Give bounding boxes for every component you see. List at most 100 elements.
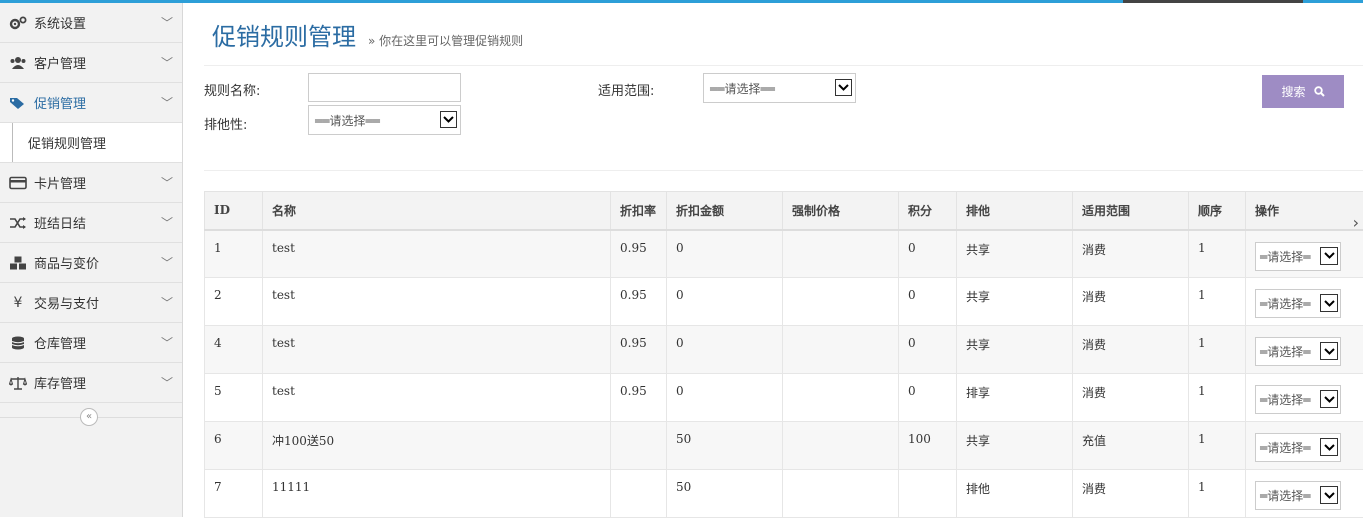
cubes-icon <box>0 256 34 270</box>
cell-rate <box>611 470 667 518</box>
sidebar-item-transactions[interactable]: ¥ 交易与支付 ﹀ <box>0 283 182 323</box>
chevron-down-icon[interactable] <box>1320 486 1338 504</box>
cell-order: 1 <box>1189 230 1246 278</box>
chevron-down-icon[interactable] <box>835 79 852 96</box>
shuffle-icon <box>0 216 34 230</box>
action-select[interactable]: ═请选择═ <box>1255 433 1341 462</box>
chevron-down-icon[interactable] <box>1320 247 1338 265</box>
cell-points <box>899 470 957 518</box>
cell-id: 7 <box>205 470 263 518</box>
chevron-down-icon[interactable] <box>1320 342 1338 360</box>
action-select[interactable]: ═请选择═ <box>1255 289 1341 318</box>
col-header-scope[interactable]: 适用范围 <box>1073 192 1189 230</box>
table-row: 1 test 0.95 0 0 共享 消费 1 ═请选择═ <box>205 230 1363 278</box>
chevron-down-icon[interactable]: ﹀ <box>152 54 182 71</box>
sidebar-subitem-promo-rules[interactable]: 促销规则管理 <box>0 123 182 163</box>
chevron-down-icon[interactable]: ﹀ <box>152 294 182 311</box>
cell-name: test <box>263 374 611 422</box>
sidebar-item-inventory[interactable]: 库存管理 ﹀ <box>0 363 182 403</box>
cell-amount: 50 <box>667 422 783 470</box>
action-select[interactable]: ═请选择═ <box>1255 337 1341 366</box>
cell-scope: 消费 <box>1073 374 1189 422</box>
sidebar-item-cards[interactable]: 卡片管理 ﹀ <box>0 163 182 203</box>
page-subtitle: » 你在这里可以管理促销规则 <box>368 32 523 49</box>
cell-amount: 0 <box>667 278 783 326</box>
chevron-down-icon[interactable]: ﹀ <box>152 374 182 391</box>
col-header-order[interactable]: 顺序 <box>1189 192 1246 230</box>
table-row: 4 test 0.95 0 0 共享 消费 1 ═请选择═ <box>205 326 1363 374</box>
cell-rate: 0.95 <box>611 230 667 278</box>
page-title: 促销规则管理 <box>212 17 356 52</box>
cell-scope: 消费 <box>1073 230 1189 278</box>
cell-name: 11111 <box>263 470 611 518</box>
cell-action: ═请选择═ <box>1246 422 1363 470</box>
exclusive-select-value: ══请选择══ <box>315 112 380 129</box>
sidebar-item-promotions[interactable]: 促销管理 ﹀ <box>0 83 182 123</box>
action-select[interactable]: ═请选择═ <box>1255 242 1341 271</box>
cell-id: 2 <box>205 278 263 326</box>
chevron-down-icon[interactable] <box>1320 390 1338 408</box>
cell-name: 冲100送50 <box>263 422 611 470</box>
sidebar-item-label: 库存管理 <box>34 373 152 392</box>
cell-amount: 0 <box>667 326 783 374</box>
main-content: 促销规则管理 » 你在这里可以管理促销规则 规则名称: 适用范围: ══请选择═… <box>184 3 1363 517</box>
cell-amount: 0 <box>667 230 783 278</box>
chevron-down-icon[interactable]: ﹀ <box>152 14 182 31</box>
col-header-forced-price[interactable]: 强制价格 <box>783 192 899 230</box>
col-header-points[interactable]: 积分 <box>899 192 957 230</box>
action-select-value: ═请选择═ <box>1260 391 1310 408</box>
exclusive-label: 排他性: <box>204 114 247 133</box>
action-select[interactable]: ═请选择═ <box>1255 481 1341 510</box>
col-header-action: 操作 <box>1246 192 1363 230</box>
cell-name: test <box>263 326 611 374</box>
table-row: 6 冲100送50 50 100 共享 充值 1 ═请选择═ <box>205 422 1363 470</box>
chevron-down-icon[interactable]: ﹀ <box>152 334 182 351</box>
cell-points: 0 <box>899 374 957 422</box>
sidebar-item-system-settings[interactable]: 系统设置 ﹀ <box>0 3 182 43</box>
table-header-row: ID 名称 折扣率 折扣金额 强制价格 积分 排他 适用范围 顺序 操作 <box>205 192 1363 230</box>
cell-action: ═请选择═ <box>1246 374 1363 422</box>
col-header-id[interactable]: ID <box>205 192 263 230</box>
search-icon <box>1314 86 1325 97</box>
chevron-down-icon[interactable] <box>440 111 457 128</box>
col-header-rate[interactable]: 折扣率 <box>611 192 667 230</box>
sidebar-item-label: 商品与变价 <box>34 253 152 272</box>
rule-name-input[interactable] <box>308 73 461 102</box>
chevron-down-icon[interactable]: ﹀ <box>152 94 182 111</box>
chevron-down-icon[interactable]: ﹀ <box>152 174 182 191</box>
search-button-label: 搜索 <box>1281 83 1305 100</box>
table-row: 2 test 0.95 0 0 共享 消费 1 ═请选择═ <box>205 278 1363 326</box>
search-button[interactable]: 搜索 <box>1262 75 1344 108</box>
table-row: 5 test 0.95 0 0 排享 消费 1 ═请选择═ <box>205 374 1363 422</box>
chevron-down-icon[interactable]: ﹀ <box>152 214 182 231</box>
sidebar-item-goods-pricing[interactable]: 商品与变价 ﹀ <box>0 243 182 283</box>
exclusive-select[interactable]: ══请选择══ <box>308 105 461 135</box>
sidebar-item-label: 卡片管理 <box>34 173 152 192</box>
gears-icon <box>0 16 34 30</box>
scroll-right-icon[interactable]: › <box>1353 213 1359 232</box>
col-header-exclusive[interactable]: 排他 <box>957 192 1073 230</box>
sidebar-item-warehouse[interactable]: 仓库管理 ﹀ <box>0 323 182 363</box>
collapse-sidebar-button[interactable]: « <box>80 408 98 426</box>
sidebar-collapse-row: « <box>0 403 182 433</box>
action-select[interactable]: ═请选择═ <box>1255 385 1341 414</box>
cell-id: 1 <box>205 230 263 278</box>
yen-icon: ¥ <box>0 295 34 311</box>
chevron-down-icon[interactable]: ﹀ <box>152 254 182 271</box>
cell-rate: 0.95 <box>611 374 667 422</box>
cell-action: ═请选择═ <box>1246 230 1363 278</box>
chevron-down-icon[interactable] <box>1320 438 1338 456</box>
cell-rate: 0.95 <box>611 326 667 374</box>
col-header-name[interactable]: 名称 <box>263 192 611 230</box>
sidebar-item-customers[interactable]: 客户管理 ﹀ <box>0 43 182 83</box>
scope-label: 适用范围: <box>598 80 654 99</box>
cell-rate <box>611 422 667 470</box>
cell-name: test <box>263 278 611 326</box>
tags-icon <box>0 96 34 110</box>
sidebar-item-shift-settlement[interactable]: 班结日结 ﹀ <box>0 203 182 243</box>
chevron-down-icon[interactable] <box>1320 294 1338 312</box>
scope-select[interactable]: ══请选择══ <box>703 73 856 103</box>
database-icon <box>0 336 34 350</box>
col-header-amount[interactable]: 折扣金额 <box>667 192 783 230</box>
cell-forced-price <box>783 374 899 422</box>
